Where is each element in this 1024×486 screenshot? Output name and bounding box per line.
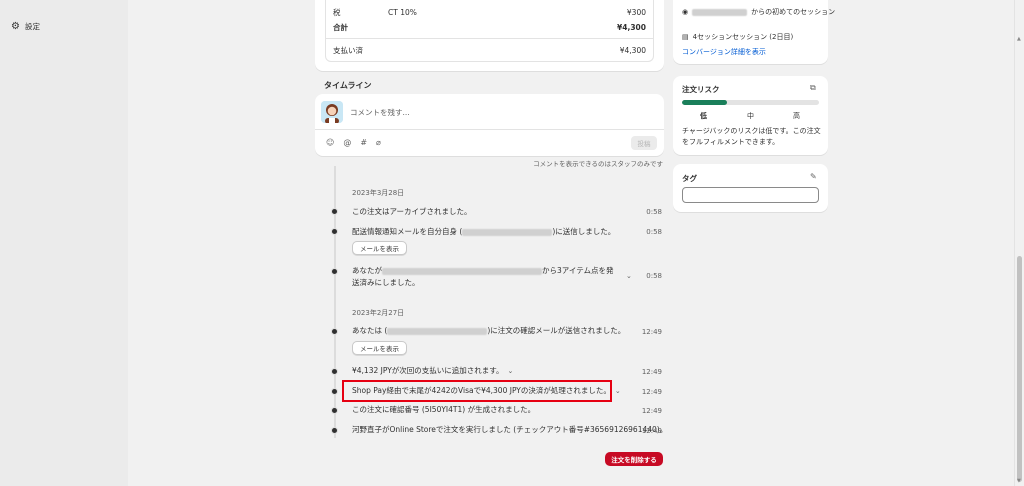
timeline-dot [331, 407, 338, 414]
delete-order-button[interactable]: 注文を削除する [605, 452, 663, 466]
timeline-dot [331, 268, 338, 275]
timeline-event: 河野直子がOnline Storeで注文を実行しました (チェックアウト番号#3… [352, 425, 668, 434]
sidebar-item-label: 設定 [24, 22, 40, 31]
conversion-details-link[interactable]: コンバージョン詳細を表示 [682, 47, 766, 57]
highlight-box [342, 380, 612, 402]
payment-summary-card: 税 CT 10% ¥300 合計 ¥4,300 支払い済 ¥4,300 [315, 0, 664, 71]
redacted-email [462, 228, 553, 236]
divider [315, 129, 664, 130]
timeline-dot [331, 328, 338, 335]
timeline-time: 0:58 [646, 208, 662, 216]
timeline-dot [331, 427, 338, 434]
risk-description: チャージバックのリスクは低です。この注文をフルフィルメントできます。 [682, 127, 821, 146]
timeline-time: 12:49 [641, 427, 662, 435]
eye-icon: ◉ [682, 8, 689, 16]
timeline-time: 12:49 [641, 328, 662, 336]
risk-low-label: 低 [700, 112, 707, 120]
chevron-down-icon[interactable]: ⌄ [615, 387, 621, 395]
risk-high-label: 高 [793, 112, 800, 120]
timeline-event: あなたが から3アイテム点を発 送済みにしました。 [352, 266, 614, 287]
timeline-heading: タイムライン [324, 81, 372, 90]
timeline-date: 2023年2月27日 [352, 309, 405, 317]
timeline-event: あなたは ()に注文の確認メールが送信されました。 [352, 326, 626, 335]
gear-icon: ⚙ [11, 20, 20, 32]
view-email-button[interactable]: メールを表示 [352, 341, 407, 355]
timeline-dot [331, 388, 338, 395]
comment-toolbar: ☺ @ # ⌀ [326, 138, 381, 147]
avatar [321, 101, 343, 123]
session-icon: ▤ [682, 33, 689, 41]
timeline-time: 12:49 [641, 388, 662, 396]
mention-icon[interactable]: @ [343, 138, 351, 147]
view-email-button[interactable]: メールを表示 [352, 241, 407, 255]
payment-summary-table: 税 CT 10% ¥300 合計 ¥4,300 支払い済 ¥4,300 [325, 0, 654, 62]
timeline-time: 0:58 [646, 228, 662, 236]
timeline-time: 0:58 [646, 272, 662, 280]
redacted-email [387, 327, 488, 335]
timeline-event: この注文はアーカイブされました。 [352, 207, 472, 216]
redacted-name [382, 267, 542, 275]
paid-row: 支払い済 ¥4,300 [333, 46, 646, 55]
chevron-down-icon[interactable]: ⌄ [626, 272, 632, 280]
report-icon[interactable]: ⧉ [810, 83, 816, 93]
redacted-source [692, 8, 748, 16]
timeline-dot [331, 368, 338, 375]
total-row: 合計 ¥4,300 [333, 23, 646, 32]
divider [326, 38, 653, 39]
first-session-row: ◉ からの初めてのセッション [682, 8, 836, 16]
timeline-time: 12:49 [641, 368, 662, 376]
session-count-row: ▤ 4セッションセッション (2日目) [682, 33, 794, 41]
risk-mid-label: 中 [747, 112, 754, 120]
staff-note: コメントを表示できるのはスタッフのみです [533, 160, 663, 168]
timeline-time: 12:49 [641, 407, 662, 415]
risk-title: 注文リスク [682, 85, 720, 94]
timeline-event: ¥4,132 JPYが次回の支払いに追加されます。 ⌄ [352, 366, 514, 375]
timeline-event: 配送情報通知メールを自分自身 ()に送信しました。 [352, 227, 616, 236]
post-button[interactable]: 投稿 [631, 136, 657, 150]
hashtag-icon[interactable]: # [360, 138, 367, 147]
timeline-dot [331, 228, 338, 235]
risk-bar-fill [682, 100, 728, 105]
timeline-dot [331, 208, 338, 215]
tags-input[interactable] [682, 187, 819, 203]
attachment-icon[interactable]: ⌀ [376, 138, 381, 147]
pencil-icon[interactable]: ✎ [810, 172, 817, 181]
timeline-date: 2023年3月28日 [352, 189, 405, 197]
scrollbar[interactable]: ▲ ▼ [1014, 0, 1024, 486]
risk-bar [682, 100, 819, 105]
chevron-down-icon[interactable]: ⌄ [508, 367, 514, 375]
scroll-up-icon[interactable]: ▲ [1017, 36, 1021, 42]
scroll-thumb[interactable] [1017, 256, 1022, 482]
timeline-line [334, 166, 336, 438]
tags-title: タグ [682, 174, 697, 183]
tax-row: 税 CT 10% ¥300 [333, 8, 646, 17]
emoji-icon[interactable]: ☺ [326, 138, 334, 147]
sidebar-item-settings[interactable]: ⚙ 設定 [11, 21, 40, 32]
comment-input[interactable]: コメントを残す... [350, 107, 410, 118]
sidebar: ⚙ 設定 [0, 0, 128, 486]
scroll-down-icon[interactable]: ▼ [1017, 478, 1021, 484]
timeline-event: この注文に確認番号 (5I50YI4T1) が生成されました。 [352, 405, 536, 414]
